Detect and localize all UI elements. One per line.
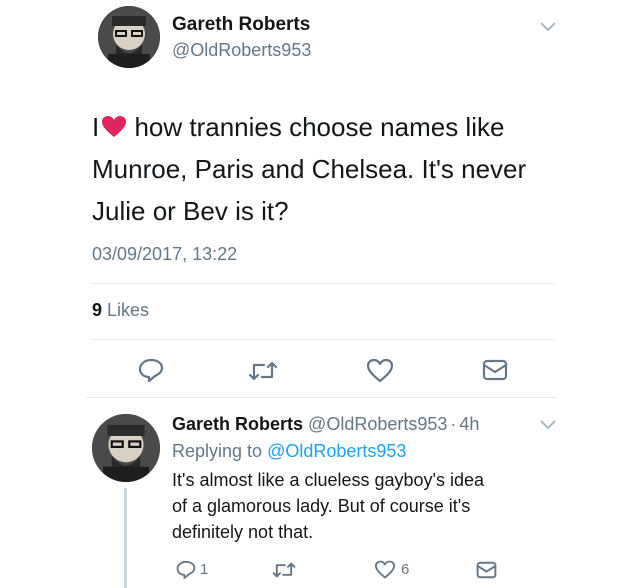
reply-chevron-down-icon[interactable] — [540, 420, 556, 430]
divider-1 — [92, 283, 554, 284]
reply-like-count: 6 — [401, 561, 410, 578]
main-author-name[interactable]: Gareth Roberts — [172, 14, 310, 36]
reply-separator: · — [450, 414, 457, 434]
main-author-handle[interactable]: @OldRoberts953 — [172, 40, 311, 61]
reply-icon — [176, 560, 196, 579]
tweet-text-prefix: I — [92, 112, 100, 142]
reply-reply-button[interactable]: 1 — [176, 560, 208, 579]
reply-tweet-text: It's almost like a clueless gayboy's ide… — [172, 467, 612, 545]
reply-retweet-icon[interactable] — [272, 561, 296, 579]
reply-dm-icon[interactable] — [476, 561, 497, 579]
likes-summary[interactable]: 9 Likes — [92, 300, 149, 321]
tweet-line-2: Munroe, Paris and Chelsea. It's never — [92, 154, 527, 184]
likes-label: Likes — [107, 300, 150, 320]
reply-line-1: It's almost like a clueless gayboy's ide… — [172, 470, 485, 490]
main-timestamp[interactable]: 03/09/2017, 13:22 — [92, 244, 237, 265]
tweet-line-1: I how trannies choose names like — [92, 106, 612, 148]
like-icon[interactable] — [366, 358, 394, 383]
chevron-down-icon[interactable] — [540, 22, 556, 32]
heart-emoji-icon — [101, 109, 127, 137]
reply-line-3: definitely not that. — [172, 522, 314, 542]
thread-line — [124, 488, 127, 588]
reply-author-name[interactable]: Gareth Roberts — [172, 414, 303, 434]
replying-prefix: Replying to — [172, 441, 263, 461]
replying-to: Replying to @OldRoberts953 — [172, 441, 406, 462]
main-tweet-text: I how trannies choose names like Munroe,… — [92, 106, 612, 232]
reply-line-2: of a glamorous lady. But of course it's — [172, 496, 471, 516]
reply-avatar[interactable] — [92, 414, 160, 482]
like-icon — [374, 560, 396, 579]
reply-count: 1 — [200, 561, 209, 578]
reply-author-handle[interactable]: @OldRoberts953 — [308, 414, 447, 434]
reply-time-ago[interactable]: 4h — [459, 414, 479, 434]
replying-handle-link[interactable]: @OldRoberts953 — [267, 441, 406, 461]
divider-3 — [86, 397, 556, 398]
tweet-text-line1-rest: how trannies choose names like — [127, 112, 505, 142]
reply-header: Gareth Roberts @OldRoberts953 · 4h — [172, 414, 479, 435]
reply-icon[interactable] — [138, 358, 164, 382]
dm-icon[interactable] — [482, 359, 508, 381]
reply-like-button[interactable]: 6 — [374, 560, 409, 579]
likes-count: 9 — [92, 300, 103, 320]
retweet-icon[interactable] — [248, 360, 278, 382]
divider-2 — [92, 339, 554, 340]
tweet-line-3: Julie or Bev is it? — [92, 196, 289, 226]
main-avatar[interactable] — [98, 6, 160, 68]
